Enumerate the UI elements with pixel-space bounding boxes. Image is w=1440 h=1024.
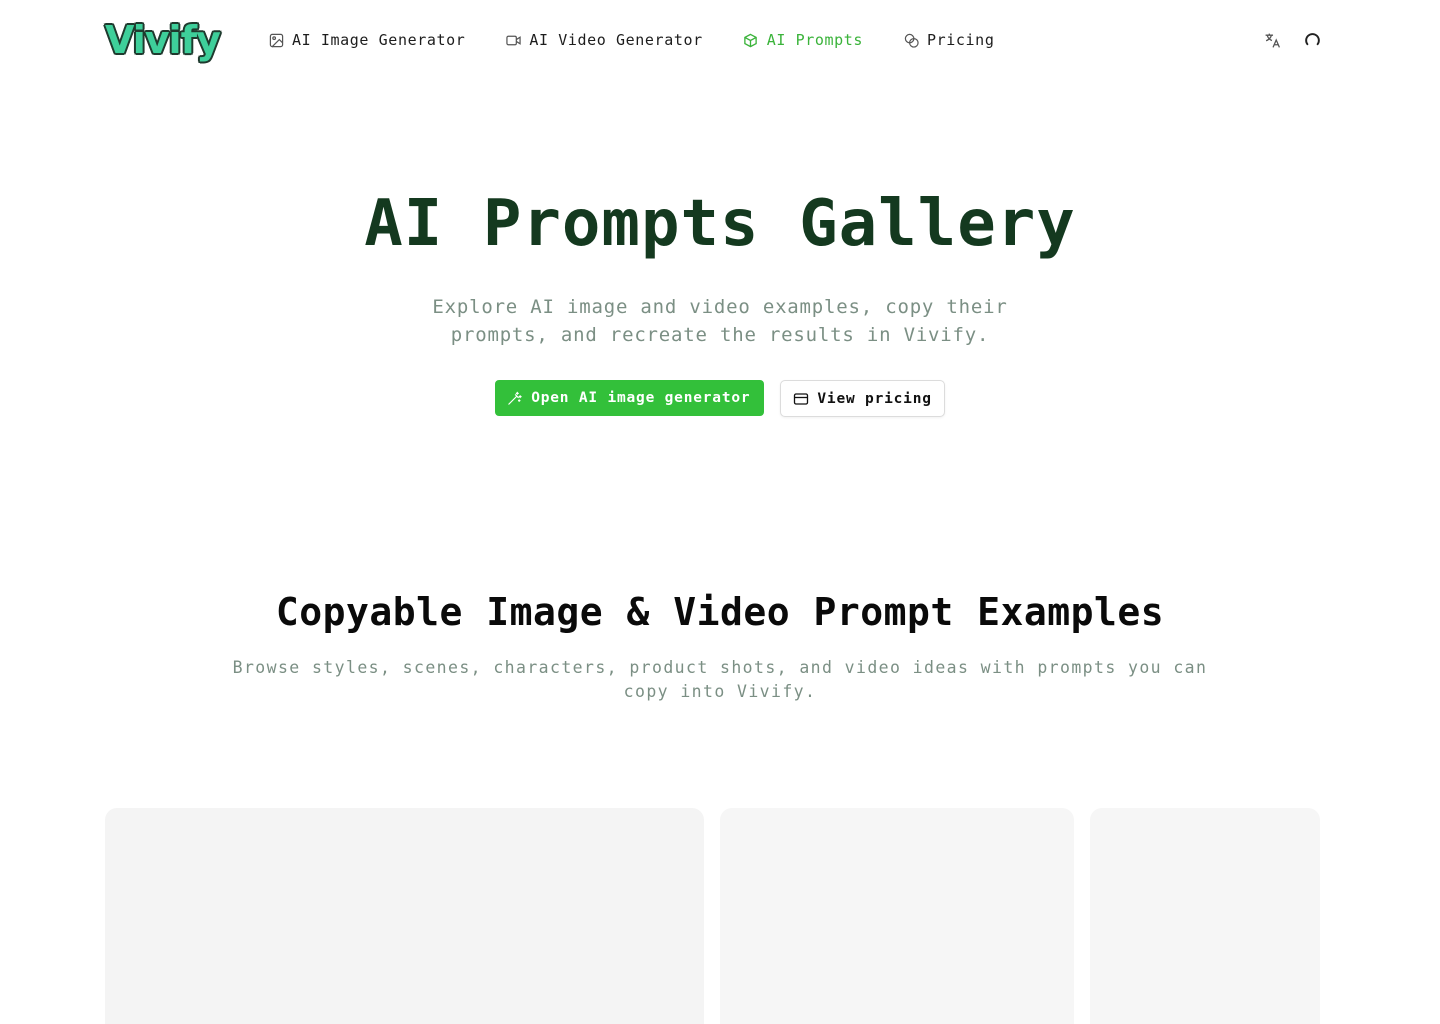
- video-icon: [505, 32, 521, 48]
- view-pricing-button[interactable]: View pricing: [780, 380, 945, 417]
- credit-card-icon: [793, 391, 817, 407]
- view-pricing-label: View pricing: [817, 390, 932, 407]
- nav-item-ai-prompts[interactable]: AI Prompts: [743, 31, 863, 49]
- image-icon: [268, 32, 284, 48]
- nav-item-ai-video-generator[interactable]: AI Video Generator: [505, 31, 702, 49]
- brand-logo-text: Vivify: [105, 18, 221, 62]
- open-image-generator-label: Open AI image generator: [531, 390, 751, 406]
- page-subtitle: Explore AI image and video examples, cop…: [432, 296, 1008, 346]
- main-nav: AI Image Generator AI Video Generator AI…: [268, 28, 1034, 52]
- box-icon: [743, 32, 759, 48]
- page-title: AI Prompts Gallery: [364, 187, 1076, 261]
- top-header: Vivify AI Image Generator AI Video Gener…: [0, 0, 1440, 80]
- coins-icon: [903, 32, 919, 48]
- translate-icon[interactable]: [1262, 30, 1282, 50]
- brand-logo[interactable]: Vivify: [105, 18, 221, 62]
- section-title: Copyable Image & Video Prompt Examples: [275, 590, 1165, 634]
- nav-item-label: AI Image Generator: [292, 31, 466, 49]
- nav-item-label: AI Prompts: [766, 31, 864, 49]
- prompt-card-placeholder[interactable]: [105, 808, 704, 1024]
- loading-spinner-icon[interactable]: [1302, 30, 1322, 50]
- nav-item-pricing[interactable]: Pricing: [903, 31, 994, 49]
- nav-item-ai-image-generator[interactable]: AI Image Generator: [268, 31, 465, 49]
- open-image-generator-button[interactable]: Open AI image generator: [495, 380, 765, 416]
- nav-item-label: AI Video Generator: [529, 31, 703, 49]
- header-actions: [1242, 30, 1322, 50]
- hero-actions: Open AI image generator View pricing: [0, 380, 1440, 417]
- nav-item-label: Pricing: [927, 31, 995, 49]
- section-subtitle: Browse styles, scenes, characters, produ…: [232, 658, 1208, 701]
- prompt-card-placeholder[interactable]: [1090, 808, 1320, 1024]
- prompt-card-placeholder[interactable]: [720, 808, 1074, 1024]
- magic-wand-icon: [507, 391, 531, 406]
